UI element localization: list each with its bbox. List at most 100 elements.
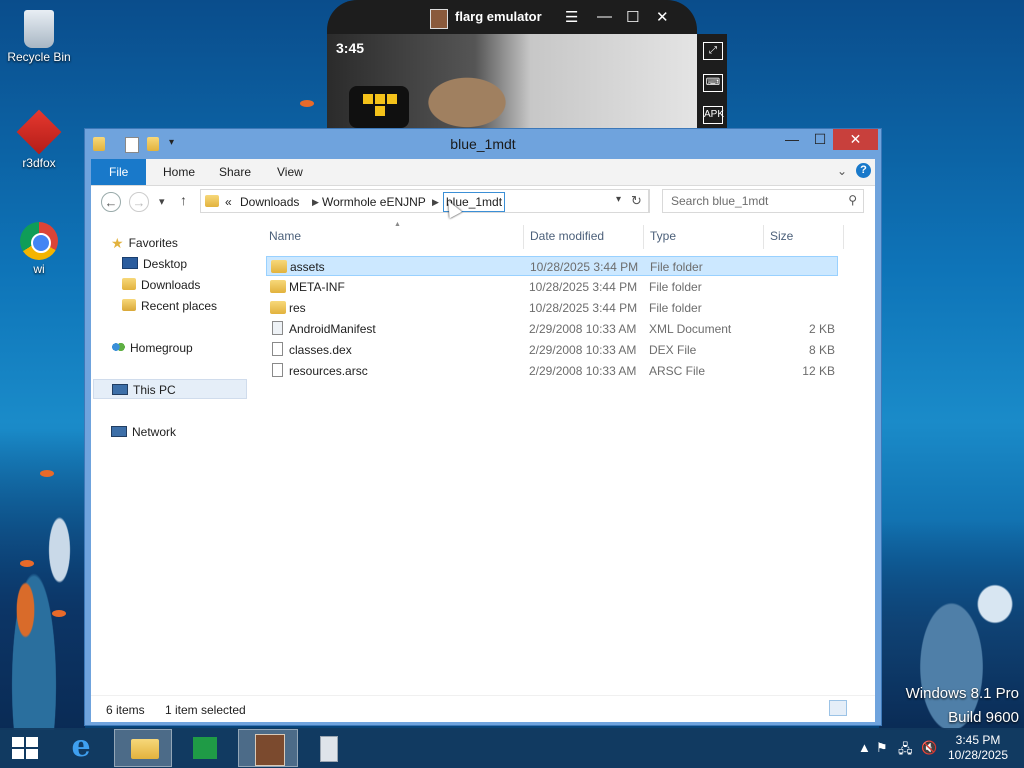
desktop-icon-recycle-bin[interactable]: Recycle Bin	[3, 6, 75, 64]
nav-recent-places[interactable]: Recent places	[122, 296, 217, 316]
nav-downloads[interactable]: Downloads	[122, 275, 200, 295]
file-size: 12 KB	[802, 364, 835, 378]
menu-icon[interactable]: ☰	[565, 8, 578, 26]
desktop-icon-r3dfox[interactable]: r3dfox	[3, 109, 75, 170]
file-type: File folder	[650, 260, 703, 274]
file-row-androidmanifest[interactable]: AndroidManifest 2/29/2008 10:33 AM XML D…	[266, 319, 838, 339]
wallpaper-fish	[52, 610, 66, 617]
breadcrumb-separator-icon[interactable]: ▶	[312, 197, 319, 208]
column-divider[interactable]	[843, 225, 844, 249]
recent-locations-icon[interactable]: ▾	[159, 195, 165, 208]
flarg-emulator-icon[interactable]	[238, 729, 298, 767]
explorer-titlebar[interactable]: ▾ blue_1mdt — ☐ ✕	[85, 129, 881, 159]
store-icon[interactable]	[188, 729, 222, 767]
file-row-resources-arsc[interactable]: resources.arsc 2/29/2008 10:33 AM ARSC F…	[266, 361, 838, 381]
back-button[interactable]: ←	[101, 192, 121, 212]
desktop-icon-label: r3dfox	[22, 156, 56, 170]
expand-ribbon-icon[interactable]: ⌄	[837, 164, 847, 178]
file-type: File folder	[649, 280, 702, 294]
breadcrumb-overflow[interactable]: «	[225, 195, 232, 209]
close-button[interactable]: ✕	[833, 129, 878, 150]
tab-share[interactable]: Share	[205, 159, 265, 185]
clock[interactable]: 3:45 PM 10/28/2025	[946, 733, 1010, 763]
search-icon[interactable]: ⚲	[848, 193, 857, 207]
column-header-size[interactable]: Size	[770, 229, 793, 243]
desktop-icon-label: wi	[33, 262, 45, 276]
internet-explorer-icon[interactable]: e	[66, 729, 96, 767]
start-icon[interactable]	[12, 737, 38, 759]
file-explorer-icon[interactable]	[114, 729, 172, 767]
show-hidden-icons-icon[interactable]: ▲	[858, 740, 871, 755]
help-icon[interactable]: ?	[856, 163, 871, 178]
close-button[interactable]: ✕	[656, 8, 669, 26]
search-box[interactable]: ⚲	[662, 189, 864, 213]
desktop-icon-wi[interactable]: wi	[3, 222, 75, 276]
explorer-window[interactable]: ▾ blue_1mdt — ☐ ✕ File Home Share View ⌄…	[84, 128, 882, 726]
apk-icon[interactable]: APK	[703, 106, 724, 124]
emulator-side-toolbar: ⤢ ⌨ APK	[697, 34, 727, 128]
nav-homegroup[interactable]: Homegroup	[111, 338, 193, 358]
nav-desktop[interactable]: Desktop	[122, 254, 187, 274]
file-date: 10/28/2025 3:44 PM	[529, 301, 638, 315]
tab-file[interactable]: File	[91, 159, 147, 185]
address-dropdown-icon[interactable]: ▾	[616, 194, 621, 205]
file-name: res	[289, 301, 306, 315]
desktop-icon	[122, 257, 138, 269]
navigation-pane: ★ Favorites Desktop Downloads Recent plac…	[91, 219, 254, 695]
maximize-button[interactable]: ☐	[807, 129, 833, 150]
volume-muted-icon[interactable]: 🔇	[921, 740, 937, 756]
nav-label: This PC	[133, 383, 176, 397]
content-area: ★ Favorites Desktop Downloads Recent plac…	[91, 219, 875, 695]
up-button[interactable]: ↑	[180, 192, 187, 208]
tab-home[interactable]: Home	[149, 159, 209, 185]
recycle-bin-icon	[24, 10, 54, 48]
downloads-icon	[122, 278, 136, 290]
column-header-type[interactable]: Type	[650, 229, 676, 243]
tetris-app-icon[interactable]	[349, 86, 409, 128]
breadcrumb-wormhole[interactable]: Wormhole eENJNP	[322, 195, 426, 209]
column-divider[interactable]	[643, 225, 644, 249]
fullscreen-icon[interactable]: ⤢	[703, 42, 723, 60]
file-row-assets[interactable]: assets 10/28/2025 3:44 PM File folder	[266, 256, 838, 276]
large-icons-view-icon[interactable]	[851, 700, 869, 716]
file-row-res[interactable]: res 10/28/2025 3:44 PM File folder	[266, 298, 838, 318]
minimize-button[interactable]: —	[779, 129, 805, 150]
emulator-window[interactable]: flarg emulator ☰ — ☐ ✕ 3:45	[327, 0, 697, 128]
nav-this-pc[interactable]: This PC	[93, 379, 247, 399]
column-header-date[interactable]: Date modified	[530, 229, 604, 243]
keyboard-icon[interactable]: ⌨	[703, 74, 723, 92]
breadcrumb-separator-icon[interactable]: ▶	[432, 197, 439, 208]
maximize-button[interactable]: ☐	[626, 8, 639, 26]
tab-view[interactable]: View	[263, 159, 317, 185]
refresh-button[interactable]: ↻	[625, 189, 649, 213]
column-divider[interactable]	[523, 225, 524, 249]
column-divider[interactable]	[763, 225, 764, 249]
file-row-classes-dex[interactable]: classes.dex 2/29/2008 10:33 AM DEX File …	[266, 340, 838, 360]
file-date: 2/29/2008 10:33 AM	[529, 322, 637, 336]
taskbar: e ▲ ⚑ 🖧 🔇 3:45 PM 10/28/2025	[0, 728, 1024, 768]
address-bar[interactable]: « Downloads ▶ Wormhole eENJNP ▶ blue_1md…	[200, 189, 650, 213]
emulator-logo-icon	[430, 9, 448, 29]
file-date: 10/28/2025 3:44 PM	[529, 280, 638, 294]
folder-icon	[271, 260, 287, 273]
column-header-name[interactable]: Name	[269, 229, 301, 243]
breadcrumb-downloads[interactable]: Downloads	[240, 195, 299, 209]
details-view-icon[interactable]	[829, 700, 847, 716]
nav-favorites[interactable]: ★ Favorites	[111, 233, 178, 253]
navigation-bar: ← → ▾ ↑ « Downloads ▶ Wormhole eENJNP ▶ …	[91, 186, 875, 219]
star-icon: ★	[111, 235, 124, 251]
item-count: 6 items	[106, 703, 145, 717]
emulator-screen[interactable]: 3:45	[327, 34, 697, 128]
nav-network[interactable]: Network	[111, 422, 176, 442]
forward-button[interactable]: →	[129, 192, 149, 212]
homegroup-icon	[111, 341, 125, 353]
network-status-icon[interactable]: 🖧	[898, 740, 913, 762]
search-input[interactable]	[669, 193, 843, 209]
emulator-titlebar[interactable]: flarg emulator ☰ — ☐ ✕	[327, 0, 697, 34]
file-list: ▲ Name Date modified Type Size assets 10…	[263, 219, 863, 695]
action-center-flag-icon[interactable]: ⚑	[876, 740, 888, 756]
app-icon[interactable]	[300, 729, 358, 767]
minimize-button[interactable]: —	[597, 8, 612, 25]
file-row-meta-inf[interactable]: META-INF 10/28/2025 3:44 PM File folder	[266, 277, 838, 297]
nav-label: Homegroup	[130, 341, 193, 355]
